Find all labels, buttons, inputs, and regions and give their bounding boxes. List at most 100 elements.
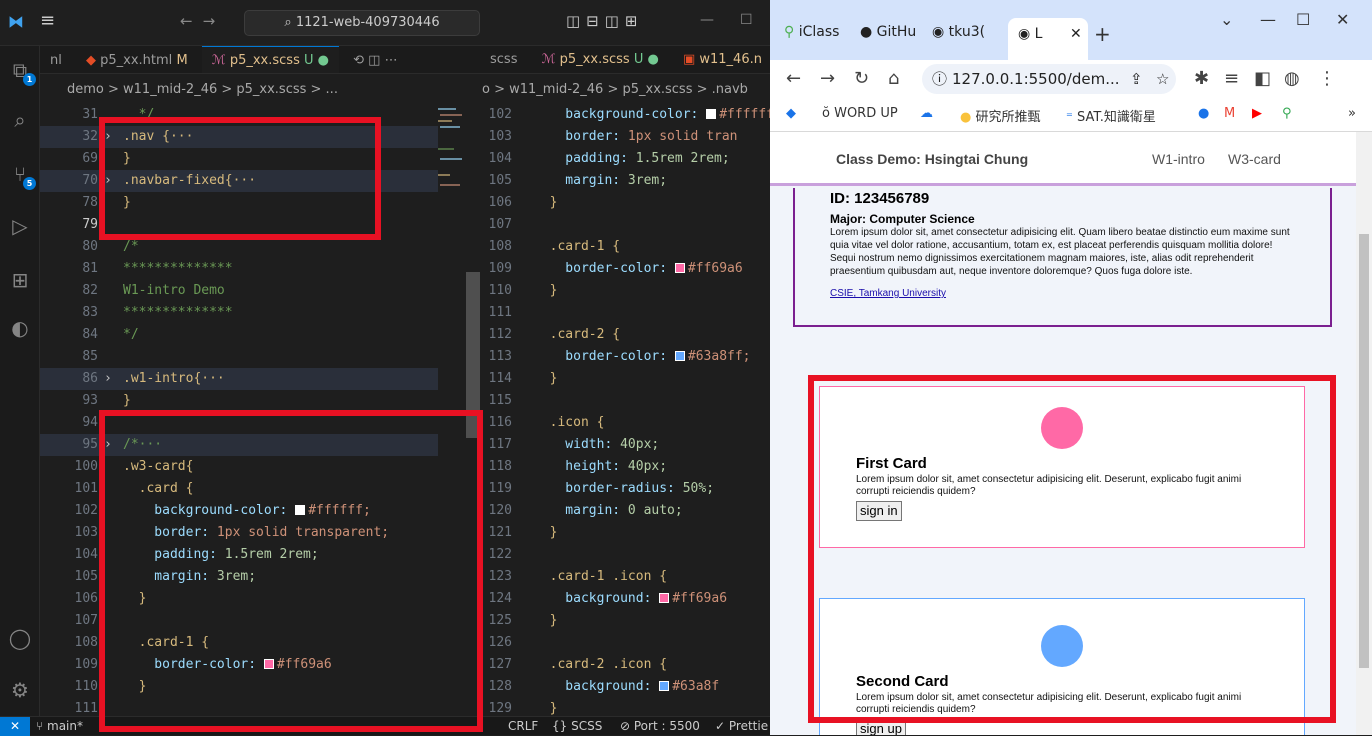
remote-icon[interactable]: ✕ (0, 717, 30, 736)
code-line[interactable]: 114 } (482, 368, 770, 390)
bookmark-wordup[interactable]: ŏ WORD UP (822, 106, 898, 121)
editor-actions-icon[interactable]: ⟲ ◫ ⋯ (343, 47, 407, 73)
bookmark-star-icon[interactable]: ☆ (1156, 64, 1169, 94)
color-swatch-icon[interactable] (659, 681, 670, 691)
code-line[interactable]: 105 margin: 3rem; (482, 170, 770, 192)
bookmark-sat[interactable]: ⁼ SAT.知識衛星 (1066, 106, 1156, 125)
code-line[interactable]: 107 (482, 214, 770, 236)
new-tab-icon[interactable]: + (1094, 22, 1111, 46)
code-line[interactable]: 106 } (40, 588, 438, 610)
code-line[interactable]: 83 ************** (40, 302, 438, 324)
maps-icon[interactable]: ⚲ (1282, 106, 1292, 121)
color-swatch-icon[interactable] (295, 505, 306, 515)
code-line[interactable]: 80 /* (40, 236, 438, 258)
editor-right[interactable]: 102 background-color: #ffffff 103 border:… (482, 104, 770, 716)
tab-github[interactable]: ● GitHu (860, 16, 926, 48)
scrollbar-thumb[interactable] (1359, 234, 1369, 668)
code-line[interactable]: 109 border-color: #ff69a6 (482, 258, 770, 280)
code-line[interactable]: 113 border-color: #63a8ff; (482, 346, 770, 368)
code-line[interactable]: 123 .card-1 .icon { (482, 566, 770, 588)
code-line[interactable]: 105 margin: 3rem; (40, 566, 438, 588)
bookmark-c-icon[interactable]: ● (1198, 106, 1209, 121)
branch-status[interactable]: ⑂ main* (36, 719, 83, 733)
edge-icon[interactable]: ◐ (8, 316, 32, 340)
tab-search-icon[interactable]: ⌄ (1220, 10, 1233, 29)
nav-link-w1-intro[interactable]: W1-intro (1152, 151, 1205, 167)
code-line[interactable]: 126 (482, 632, 770, 654)
intro-link[interactable]: CSIE, Tamkang University (830, 288, 946, 299)
code-line[interactable]: 108 .card-1 { (40, 632, 438, 654)
tab-w11[interactable]: ▣ w11_46.n (673, 46, 770, 73)
code-line[interactable]: 110 } (482, 280, 770, 302)
code-line[interactable]: 121 } (482, 522, 770, 544)
code-line[interactable]: 111 (40, 698, 438, 716)
code-line[interactable]: 84 */ (40, 324, 438, 346)
code-line[interactable]: 86 › .w1-intro{··· (40, 368, 438, 390)
tab-p5-html[interactable]: ◆ p5_xx.html M (76, 47, 198, 73)
close-tab-icon[interactable]: ✕ (1070, 18, 1082, 50)
share-icon[interactable]: ⇪ (1130, 64, 1143, 94)
code-line[interactable]: 129 } (482, 698, 770, 716)
code-line[interactable]: 95 › /*··· (40, 434, 438, 456)
code-line[interactable]: 78} (40, 192, 438, 214)
editor-scrollbar[interactable] (466, 272, 480, 438)
code-line[interactable]: 79 (40, 214, 438, 236)
search-icon[interactable]: ⌕ (8, 108, 32, 132)
code-line[interactable]: 115 (482, 390, 770, 412)
code-line[interactable]: 82 W1-intro Demo (40, 280, 438, 302)
breadcrumb-right[interactable]: o > w11_mid-2_46 > p5_xx.scss > .navb (482, 82, 770, 104)
live-server-status[interactable]: ⊘ Port : 5500 (620, 719, 700, 733)
fold-chevron-icon[interactable]: › (104, 126, 112, 148)
nav-link-w3-card[interactable]: W3-card (1228, 151, 1281, 167)
tab-iclass[interactable]: ⚲ iClass (784, 16, 856, 48)
code-line[interactable]: 102 background-color: #ffffff (482, 104, 770, 126)
editor-left[interactable]: 31 */ 32 › .nav {··· 69} 70 › .navbar-fixed{···… (40, 104, 438, 716)
code-line[interactable]: 112 .card-2 { (482, 324, 770, 346)
address-bar[interactable]: ⓘ 127.0.0.1:5500/dem... ⇪ ☆ (922, 64, 1176, 94)
code-line[interactable]: 70 › .navbar-fixed{··· (40, 170, 438, 192)
code-line[interactable]: 128 background: #63a8f (482, 676, 770, 698)
code-line[interactable]: 110 } (40, 676, 438, 698)
bookmarks-overflow-icon[interactable]: » (1348, 106, 1356, 121)
code-line[interactable]: 122 (482, 544, 770, 566)
home-icon[interactable]: ⌂ (888, 68, 899, 89)
nav-arrows-icon[interactable]: ←→ (180, 12, 225, 30)
code-line[interactable]: 31 */ (40, 104, 438, 126)
code-line[interactable]: 106 } (482, 192, 770, 214)
gmail-icon[interactable]: M (1224, 106, 1235, 121)
maximize-icon[interactable]: ☐ (740, 12, 753, 28)
color-swatch-icon[interactable] (263, 659, 274, 669)
code-line[interactable]: 118 height: 40px; (482, 456, 770, 478)
fold-chevron-icon[interactable]: › (104, 368, 112, 390)
code-line[interactable]: 102 background-color: #ffffff; (40, 500, 438, 522)
prettier-status[interactable]: ✓ Prettie (715, 719, 768, 733)
cloud-icon[interactable]: ☁ (920, 106, 933, 121)
code-line[interactable]: 94 (40, 412, 438, 434)
maximize-icon[interactable]: ☐ (1296, 10, 1310, 29)
reload-icon[interactable]: ↻ (854, 68, 869, 89)
youtube-icon[interactable]: ▶ (1252, 106, 1262, 121)
page-scrollbar[interactable] (1356, 132, 1372, 735)
tab-tku[interactable]: ◉ tku3( (932, 16, 1004, 48)
tab-p5-scss[interactable]: ℳ p5_xx.scss U ● (201, 46, 339, 73)
sign-up-button[interactable]: sign up (856, 719, 906, 735)
color-swatch-icon[interactable] (674, 351, 685, 361)
tab-html-partial[interactable]: nl (40, 47, 72, 73)
color-swatch-icon[interactable] (659, 593, 670, 603)
code-line[interactable]: 103 border: 1px solid tran (482, 126, 770, 148)
extensions-icon[interactable]: ✱ (1194, 68, 1209, 89)
code-line[interactable]: 100 .w3-card{ (40, 456, 438, 478)
code-line[interactable]: 111 (482, 302, 770, 324)
extensions-icon[interactable]: ⊞ (8, 268, 32, 292)
code-line[interactable]: 119 border-radius: 50%; (482, 478, 770, 500)
code-line[interactable]: 32 › .nav {··· (40, 126, 438, 148)
code-line[interactable]: 107 (40, 610, 438, 632)
tab-scss-partial[interactable]: scss (480, 46, 527, 73)
command-center-search[interactable]: ⌕ 1121-web-409730446 (244, 10, 480, 36)
back-icon[interactable]: ← (786, 68, 801, 89)
code-line[interactable]: 104 padding: 1.5rem 2rem; (482, 148, 770, 170)
site-brand[interactable]: Class Demo: Hsingtai Chung (836, 151, 1028, 167)
code-line[interactable]: 69} (40, 148, 438, 170)
bookmark-app-icon[interactable]: ◆ (786, 106, 796, 121)
code-line[interactable]: 108 .card-1 { (482, 236, 770, 258)
